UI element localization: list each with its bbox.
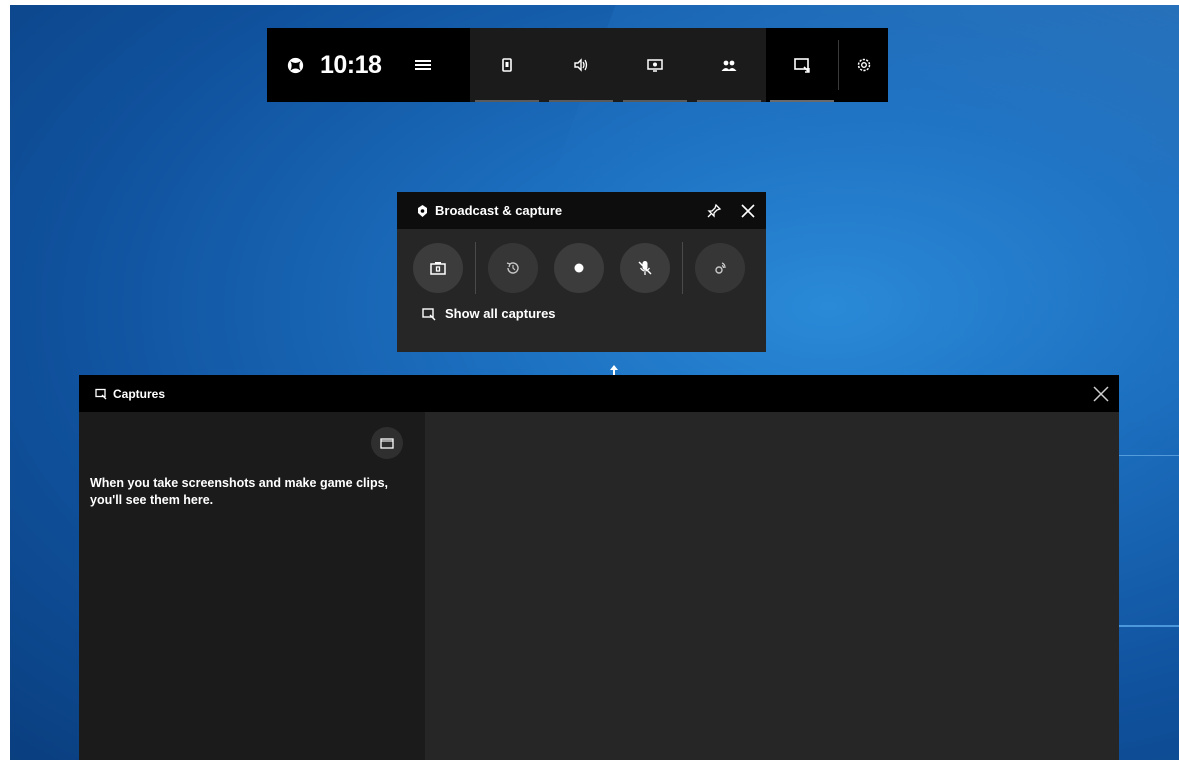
broadcast-button[interactable] <box>695 243 745 293</box>
webcam-icon <box>418 204 427 217</box>
captures-window: Captures When you take screenshots and m… <box>79 375 1119 760</box>
captures-gallery-icon <box>95 388 107 399</box>
mic-off-icon <box>638 261 652 275</box>
broadcast-icon <box>715 262 726 274</box>
audio-widget-button[interactable] <box>470 28 544 102</box>
wallpaper-streak <box>1110 625 1179 627</box>
divider <box>682 242 683 294</box>
capture-actions <box>397 242 766 294</box>
capture-widget-icon <box>647 59 663 72</box>
close-icon[interactable] <box>740 203 756 219</box>
empty-captures-message: When you take screenshots and make game … <box>90 476 389 507</box>
captures-gallery-icon <box>794 58 810 73</box>
xbox-social-button[interactable] <box>692 28 766 102</box>
performance-widget-icon <box>574 58 588 72</box>
capture-widget-button[interactable] <box>618 28 692 102</box>
widget-title: Broadcast & capture <box>435 203 563 218</box>
widget-bar <box>470 28 766 102</box>
menu-icon[interactable] <box>415 59 432 71</box>
start-recording-icon <box>574 263 584 273</box>
game-bar: 10:18 <box>267 28 888 102</box>
screenshot-button[interactable] <box>413 243 463 293</box>
captures-header[interactable]: Captures <box>79 375 1119 412</box>
performance-widget-button[interactable] <box>544 28 618 102</box>
record-last-30s-icon <box>506 262 519 274</box>
show-all-captures-label: Show all captures <box>445 306 556 321</box>
folder-icon <box>380 438 394 449</box>
settings-button[interactable] <box>839 28 888 102</box>
captures-body: When you take screenshots and make game … <box>79 412 1119 760</box>
widget-header[interactable]: Broadcast & capture <box>397 192 766 229</box>
xbox-social-icon <box>721 60 737 71</box>
open-folder-button[interactable] <box>371 427 403 459</box>
close-icon[interactable] <box>1092 385 1110 403</box>
divider <box>475 242 476 294</box>
broadcast-capture-widget: Broadcast & capture Show all captures <box>397 192 766 352</box>
clock-time: 10:18 <box>320 50 382 79</box>
microphone-toggle-button[interactable] <box>620 243 670 293</box>
captures-gallery-button[interactable] <box>766 28 838 102</box>
capture-preview-pane <box>425 412 1119 760</box>
show-all-captures-link[interactable]: Show all captures <box>422 306 766 321</box>
start-recording-button[interactable] <box>554 243 604 293</box>
gear-icon <box>857 58 870 72</box>
screenshot-camera-icon <box>430 262 446 275</box>
captures-list-pane: When you take screenshots and make game … <box>79 412 425 760</box>
wallpaper-streak <box>1110 455 1179 456</box>
audio-widget-icon <box>502 58 512 72</box>
record-last-30-seconds-button[interactable] <box>488 243 538 293</box>
xbox-logo-icon[interactable] <box>287 57 304 74</box>
game-bar-home: 10:18 <box>267 28 470 102</box>
captures-gallery-icon <box>422 307 436 320</box>
pin-icon[interactable] <box>706 203 722 219</box>
captures-title: Captures <box>113 386 166 401</box>
